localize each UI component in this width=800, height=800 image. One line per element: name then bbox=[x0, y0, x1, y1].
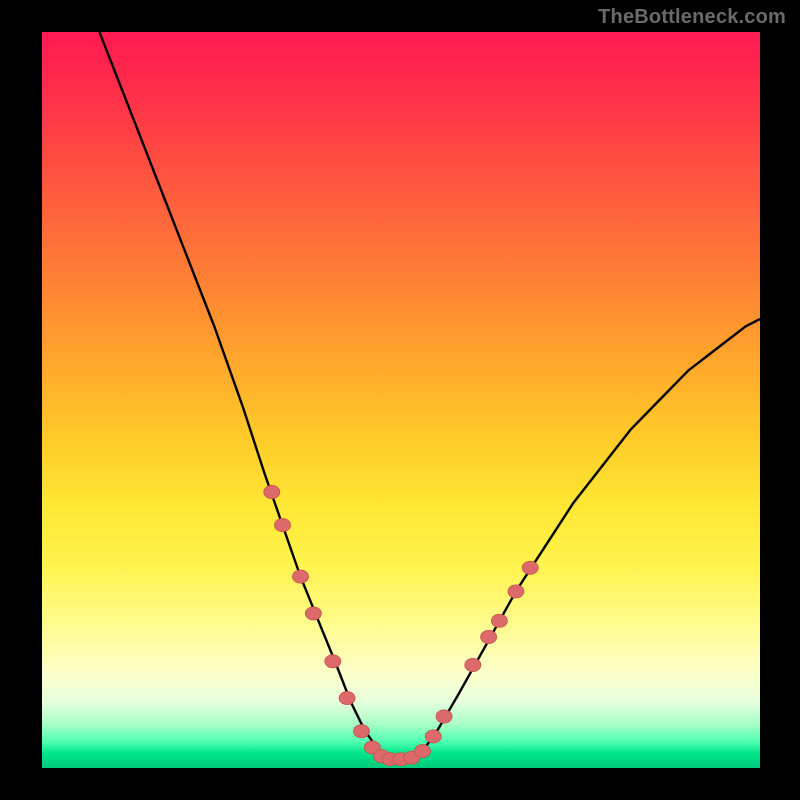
data-point-marker bbox=[436, 710, 452, 723]
data-point-marker bbox=[275, 519, 291, 532]
data-markers bbox=[264, 485, 538, 765]
data-point-marker bbox=[508, 585, 524, 598]
plot-area bbox=[42, 32, 760, 768]
data-point-marker bbox=[264, 485, 280, 498]
data-point-marker bbox=[325, 655, 341, 668]
bottleneck-curve bbox=[99, 32, 760, 759]
data-point-marker bbox=[415, 745, 431, 758]
data-point-marker bbox=[293, 570, 309, 583]
data-point-marker bbox=[339, 692, 355, 705]
data-point-marker bbox=[354, 725, 370, 738]
chart-svg bbox=[42, 32, 760, 768]
data-point-marker bbox=[522, 561, 538, 574]
data-point-marker bbox=[465, 658, 481, 671]
data-point-marker bbox=[481, 630, 497, 643]
data-point-marker bbox=[305, 607, 321, 620]
data-point-marker bbox=[491, 614, 507, 627]
watermark-text: TheBottleneck.com bbox=[598, 6, 786, 29]
data-point-marker bbox=[425, 730, 441, 743]
chart-container: TheBottleneck.com bbox=[0, 0, 800, 800]
